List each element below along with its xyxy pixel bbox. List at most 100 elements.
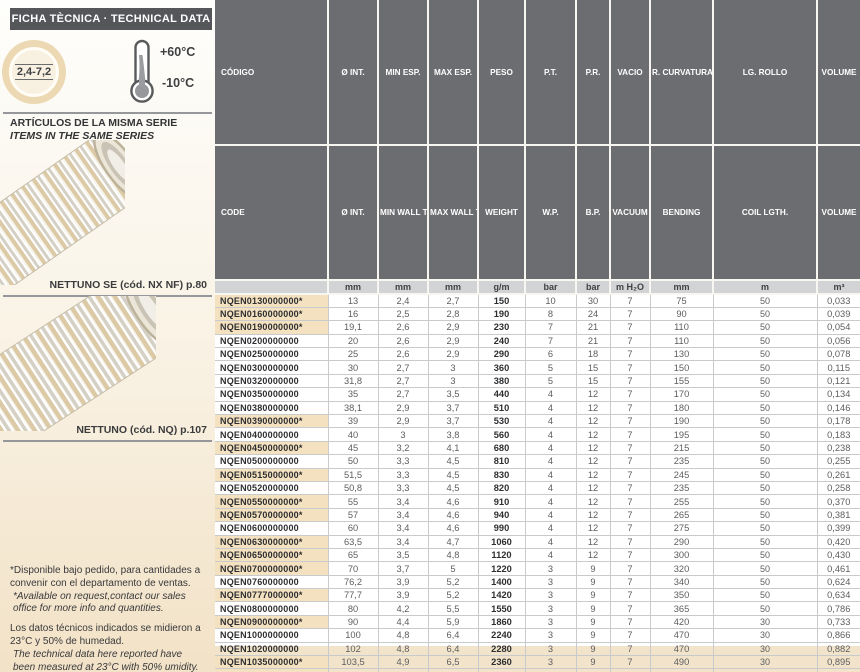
table-row: NQEN10000000001004,86,42240397470300,866: [215, 629, 860, 642]
value-cell: 5,9: [428, 615, 478, 628]
product-code-cell: NQEN0515000000*: [215, 468, 328, 481]
table-row: NQEN0600000000603,44,69904127275500,399: [215, 522, 860, 535]
value-cell: 1420: [478, 589, 525, 602]
value-cell: 50: [713, 441, 817, 454]
datasheet-page: FICHA TÈCNICA · TECHNICAL DATA 2,4-7,2 +…: [0, 0, 860, 672]
value-cell: 7: [610, 602, 650, 615]
column-header: P.T.: [525, 0, 576, 145]
value-cell: 7: [610, 374, 650, 387]
value-cell: 0,261: [817, 468, 860, 481]
column-header: MIN WALL TH.: [378, 145, 428, 280]
value-cell: 4,6: [428, 522, 478, 535]
value-cell: 4,6: [428, 495, 478, 508]
value-cell: 102: [328, 642, 378, 655]
value-cell: 7: [610, 307, 650, 320]
value-cell: 15: [576, 361, 610, 374]
unit-cell: [215, 280, 328, 294]
value-cell: 4,7: [428, 535, 478, 548]
value-cell: 9: [576, 602, 610, 615]
unit-cell: mm: [328, 280, 378, 294]
value-cell: 39: [328, 415, 378, 428]
table-row: NQEN0515000000*51,53,34,58304127245500,2…: [215, 468, 860, 481]
table-row: NQEN0900000000*904,45,91860397420300,733: [215, 615, 860, 628]
table-row: NQEN04000000004033,85604127195500,183: [215, 428, 860, 441]
value-cell: 0,786: [817, 602, 860, 615]
value-cell: 12: [576, 535, 610, 548]
footnote-measured-es: Los datos técnicos indicados se midieron…: [10, 623, 204, 649]
value-cell: 50: [713, 388, 817, 401]
value-cell: 0,461: [817, 562, 860, 575]
value-cell: 2,9: [428, 334, 478, 347]
value-cell: 0,634: [817, 589, 860, 602]
value-cell: 275: [650, 522, 713, 535]
header-row: CÓDIGOØ INT.MIN ESP.MAX ESP.PESOP.T.P.R.…: [215, 0, 860, 145]
value-cell: 4: [525, 508, 576, 521]
value-cell: 2,7: [378, 361, 428, 374]
page-title: FICHA TÈCNICA · TECHNICAL DATA: [10, 8, 212, 30]
value-cell: 130: [650, 348, 713, 361]
value-cell: 6,5: [428, 656, 478, 669]
value-cell: 12: [576, 415, 610, 428]
table-row: NQEN0390000000*392,93,75304127190500,178: [215, 415, 860, 428]
value-cell: 0,146: [817, 401, 860, 414]
table-row: NQEN0500000000503,34,58104127235500,255: [215, 455, 860, 468]
value-cell: 245: [650, 468, 713, 481]
product-code-cell: NQEN0190000000*: [215, 321, 328, 334]
column-header: WEIGHT: [478, 145, 525, 280]
table-row: NQEN052000000050,83,34,58204127235500,25…: [215, 481, 860, 494]
product-code-cell: NQEN0300000000: [215, 361, 328, 374]
table-row: NQEN0450000000*453,24,16804127215500,238: [215, 441, 860, 454]
product-code-cell: NQEN0760000000: [215, 575, 328, 588]
table-row: NQEN032000000031,82,733805157155500,121: [215, 374, 860, 387]
value-cell: 7: [610, 575, 650, 588]
value-cell: 50: [713, 334, 817, 347]
table-row: NQEN0650000000*653,54,811204127300500,43…: [215, 548, 860, 561]
value-cell: 30: [713, 656, 817, 669]
technical-data-table: CÓDIGOØ INT.MIN ESP.MAX ESP.PESOP.T.P.R.…: [215, 0, 860, 672]
value-cell: 2360: [478, 656, 525, 669]
value-cell: 510: [478, 401, 525, 414]
value-cell: 24: [576, 307, 610, 320]
column-header: B.P.: [576, 145, 610, 280]
value-cell: 19,1: [328, 321, 378, 334]
value-cell: 8: [525, 307, 576, 320]
value-cell: 365: [650, 602, 713, 615]
product-code-cell: NQEN0390000000*: [215, 415, 328, 428]
value-cell: 7: [610, 522, 650, 535]
value-cell: 3,2: [378, 441, 428, 454]
footnote-available-es: *Disponible bajo pedido, para cantidades…: [10, 565, 204, 591]
value-cell: 2,7: [428, 294, 478, 307]
divider: [3, 112, 212, 114]
product-code-cell: NQEN0200000000: [215, 334, 328, 347]
value-cell: 2,9: [428, 348, 478, 361]
value-cell: 12: [576, 481, 610, 494]
value-cell: 0,866: [817, 629, 860, 642]
value-cell: 1400: [478, 575, 525, 588]
value-cell: 3,5: [378, 548, 428, 561]
value-cell: 9: [576, 656, 610, 669]
value-cell: 0,033: [817, 294, 860, 307]
value-cell: 4: [525, 468, 576, 481]
value-cell: 50: [713, 428, 817, 441]
value-cell: 3,3: [378, 481, 428, 494]
unit-cell: mm: [650, 280, 713, 294]
table-row: NQEN0777000000*77,73,95,21420397350500,6…: [215, 589, 860, 602]
value-cell: 9: [576, 615, 610, 628]
value-cell: 30: [713, 629, 817, 642]
value-cell: 7: [610, 468, 650, 481]
value-cell: 560: [478, 428, 525, 441]
value-cell: 4,8: [428, 548, 478, 561]
column-header: MAX WALL TH.: [428, 145, 478, 280]
temperature-min: -10°C: [162, 76, 194, 90]
unit-cell: m³: [817, 280, 860, 294]
table-row: NQEN1035000000*103,54,96,52360397490300,…: [215, 656, 860, 669]
table-row: NQEN0350000000352,73,54404127170500,134: [215, 388, 860, 401]
header-row: mmmmmmg/mbarbarm H₂Ommmm³: [215, 280, 860, 294]
value-cell: 2240: [478, 629, 525, 642]
value-cell: 235: [650, 455, 713, 468]
value-cell: 4: [525, 428, 576, 441]
value-cell: 12: [576, 388, 610, 401]
column-header: BENDING: [650, 145, 713, 280]
product-code-cell: NQEN0520000000: [215, 481, 328, 494]
product-caption-nettuno-se: NETTUNO SE (cód. NX NF) p.80: [49, 279, 207, 291]
